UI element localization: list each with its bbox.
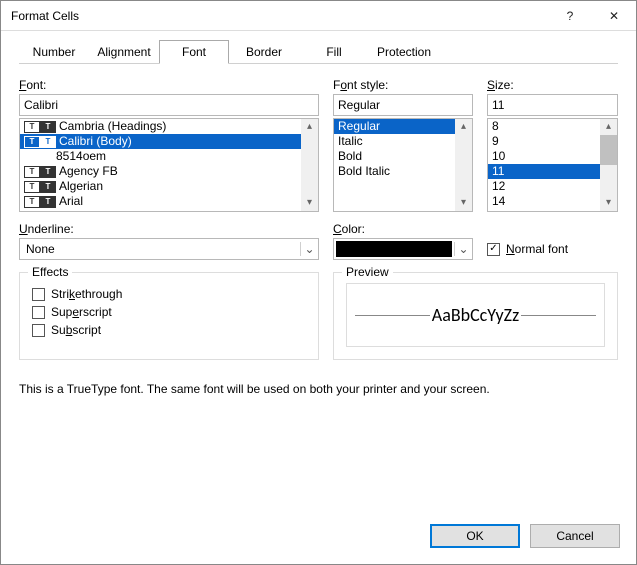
truetype-icon: T: [24, 181, 40, 193]
list-item[interactable]: TTArial: [20, 194, 301, 209]
truetype-icon: T: [40, 121, 56, 133]
preview-text: AaBbCcYyZz: [430, 304, 521, 326]
tab-font[interactable]: Font: [159, 40, 229, 64]
chevron-down-icon[interactable]: ⌄: [300, 242, 318, 256]
chevron-down-icon[interactable]: ⌄: [454, 242, 472, 256]
underline-combo[interactable]: None ⌄: [19, 238, 319, 260]
checkbox-icon: [32, 306, 45, 319]
font-style-input[interactable]: [333, 94, 473, 116]
font-input[interactable]: [19, 94, 319, 116]
font-style-listbox[interactable]: RegularItalicBoldBold Italic ▴ ▾: [333, 118, 473, 212]
checkbox-icon: [32, 324, 45, 337]
checkbox-icon: ✓: [487, 243, 500, 256]
font-listbox[interactable]: TTCambria (Headings)TTCalibri (Body)8514…: [19, 118, 319, 212]
color-label: Color:: [333, 222, 473, 236]
normal-font-checkbox[interactable]: ✓ Normal font: [487, 242, 618, 256]
ok-button[interactable]: OK: [430, 524, 520, 548]
font-note: This is a TrueType font. The same font w…: [19, 382, 618, 396]
titlebar: Format Cells ? ✕: [1, 1, 636, 31]
list-item[interactable]: 8514oem: [20, 149, 301, 164]
size-input[interactable]: [487, 94, 618, 116]
font-style-label: Font style:: [333, 78, 473, 92]
scroll-down-icon[interactable]: ▾: [606, 195, 611, 211]
list-item[interactable]: 12: [488, 179, 600, 194]
tab-border[interactable]: Border: [229, 40, 299, 64]
effect-checkbox[interactable]: Superscript: [32, 305, 306, 319]
dialog-buttons: OK Cancel: [1, 512, 636, 564]
list-item[interactable]: Bold Italic: [334, 164, 455, 179]
list-item[interactable]: 8: [488, 119, 600, 134]
truetype-icon: T: [24, 121, 40, 133]
truetype-icon: T: [40, 196, 56, 208]
list-item[interactable]: 14: [488, 194, 600, 209]
effect-checkbox[interactable]: Subscript: [32, 323, 306, 337]
scrollbar[interactable]: ▴ ▾: [455, 119, 472, 211]
scroll-up-icon[interactable]: ▴: [307, 119, 312, 135]
list-item[interactable]: Bold: [334, 149, 455, 164]
size-listbox[interactable]: 8910111214 ▴ ▾: [487, 118, 618, 212]
color-swatch: [336, 241, 452, 257]
effects-legend: Effects: [28, 265, 72, 279]
preview-legend: Preview: [342, 265, 393, 279]
window-title: Format Cells: [11, 9, 548, 23]
truetype-icon: T: [40, 181, 56, 193]
scroll-down-icon[interactable]: ▾: [461, 195, 466, 211]
checkbox-icon: [32, 288, 45, 301]
truetype-icon: T: [24, 196, 40, 208]
tab-alignment[interactable]: Alignment: [89, 40, 159, 64]
scroll-up-icon[interactable]: ▴: [461, 119, 466, 135]
color-combo[interactable]: ⌄: [333, 238, 473, 260]
list-item[interactable]: TTAlgerian: [20, 179, 301, 194]
list-item[interactable]: 9: [488, 134, 600, 149]
list-item[interactable]: 10: [488, 149, 600, 164]
truetype-icon: T: [40, 166, 56, 178]
truetype-icon: T: [40, 136, 56, 148]
tab-bar: NumberAlignmentFontBorderFillProtection: [19, 39, 618, 64]
list-item[interactable]: TTCalibri (Body): [20, 134, 301, 149]
close-button[interactable]: ✕: [592, 1, 636, 31]
list-item[interactable]: 11: [488, 164, 600, 179]
truetype-icon: T: [24, 166, 40, 178]
preview-box: AaBbCcYyZz: [346, 283, 605, 347]
font-label: Font:: [19, 78, 319, 92]
cancel-button[interactable]: Cancel: [530, 524, 620, 548]
scroll-down-icon[interactable]: ▾: [307, 195, 312, 211]
tab-number[interactable]: Number: [19, 40, 89, 64]
list-item[interactable]: TTCambria (Headings): [20, 119, 301, 134]
format-cells-dialog: Format Cells ? ✕ NumberAlignmentFontBord…: [0, 0, 637, 565]
effects-group: Effects StrikethroughSuperscriptSubscrip…: [19, 272, 319, 360]
size-label: Size:: [487, 78, 618, 92]
tab-protection[interactable]: Protection: [369, 40, 439, 64]
truetype-icon: T: [24, 136, 40, 148]
preview-group: Preview AaBbCcYyZz: [333, 272, 618, 360]
scrollbar[interactable]: ▴ ▾: [301, 119, 318, 211]
list-item[interactable]: TTAgency FB: [20, 164, 301, 179]
tab-fill[interactable]: Fill: [299, 40, 369, 64]
effect-checkbox[interactable]: Strikethrough: [32, 287, 306, 301]
underline-label: Underline:: [19, 222, 319, 236]
list-item[interactable]: Regular: [334, 119, 455, 134]
help-button[interactable]: ?: [548, 1, 592, 31]
scrollbar[interactable]: ▴ ▾: [600, 119, 617, 211]
list-item[interactable]: Italic: [334, 134, 455, 149]
scroll-up-icon[interactable]: ▴: [606, 119, 611, 135]
